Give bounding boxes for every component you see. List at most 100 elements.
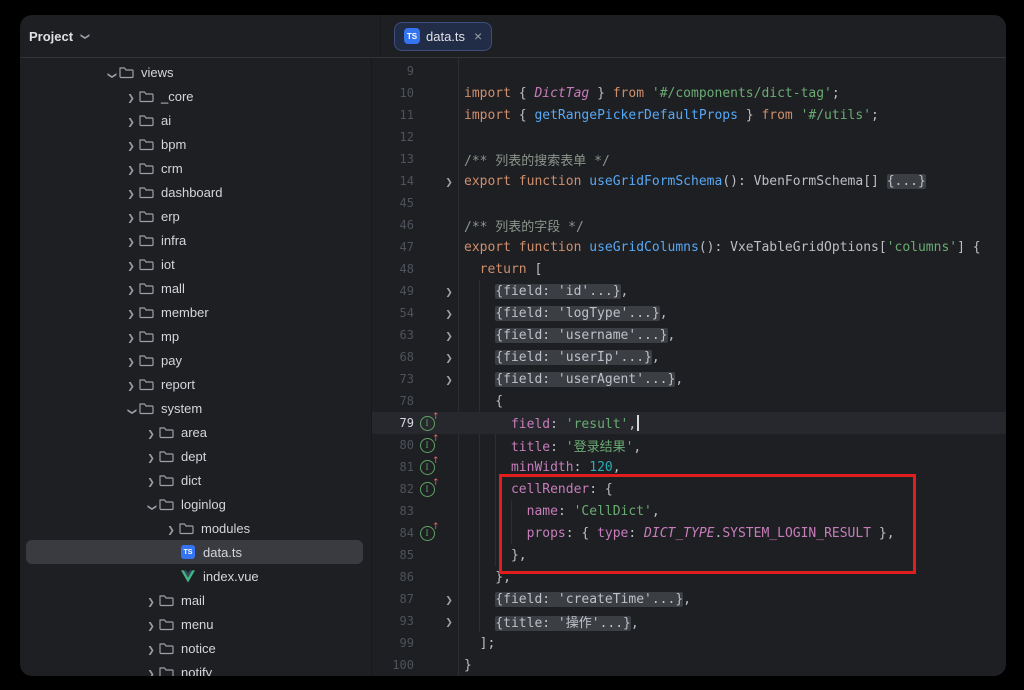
tree-item-system[interactable]: ❯system [20,396,371,420]
fold-arrow-icon[interactable]: ❯ [440,306,458,321]
editor-line-78[interactable]: 78 { [372,390,1006,412]
editor-line-68[interactable]: 68❯ {field: 'userIp'...}, [372,346,1006,368]
fold-arrow-icon[interactable]: ❯ [440,372,458,387]
chevron-down-icon[interactable]: ❯ [103,65,119,80]
editor-line-54[interactable]: 54❯ {field: 'logType'...}, [372,302,1006,324]
editor-line-73[interactable]: 73❯ {field: 'userAgent'...}, [372,368,1006,390]
tree-item-erp[interactable]: ❯erp [20,204,371,228]
tree-item-modules[interactable]: ❯modules [20,516,371,540]
editor-line-11[interactable]: 11import { getRangePickerDefaultProps } … [372,104,1006,126]
fold-arrow-icon[interactable]: ❯ [440,350,458,365]
editor-line-80[interactable]: 80I↑ title: '登录结果', [372,434,1006,456]
implement-icon[interactable]: I↑ [414,482,440,497]
chevron-right-icon[interactable]: ❯ [123,257,139,272]
tree-item-report[interactable]: ❯report [20,372,371,396]
tree-item-mall[interactable]: ❯mall [20,276,371,300]
chevron-right-icon[interactable]: ❯ [143,449,159,464]
editor-line-49[interactable]: 49❯ {field: 'id'...}, [372,280,1006,302]
tree-item-area[interactable]: ❯area [20,420,371,444]
tree-item-notify[interactable]: ❯notify [20,660,371,676]
chevron-right-icon[interactable]: ❯ [163,521,179,536]
editor-line-84[interactable]: 84I↑ props: { type: DICT_TYPE.SYSTEM_LOG… [372,522,1006,544]
implement-icon[interactable]: I↑ [414,438,440,453]
implement-icon[interactable]: I↑ [414,526,440,541]
chevron-right-icon[interactable]: ❯ [143,593,159,608]
chevron-right-icon[interactable]: ❯ [123,233,139,248]
chevron-right-icon[interactable]: ❯ [143,473,159,488]
close-icon[interactable]: × [474,29,482,43]
tree-item-ai[interactable]: ❯ai [20,108,371,132]
editor-line-85[interactable]: 85 }, [372,544,1006,566]
editor-line-10[interactable]: 10import { DictTag } from '#/components/… [372,82,1006,104]
chevron-right-icon[interactable]: ❯ [123,89,139,104]
editor-line-86[interactable]: 86 }, [372,566,1006,588]
tree-item-infra[interactable]: ❯infra [20,228,371,252]
tree-item-mp[interactable]: ❯mp [20,324,371,348]
tree-item-dept[interactable]: ❯dept [20,444,371,468]
editor-line-46[interactable]: 46/** 列表的字段 */ [372,214,1006,236]
tree-item--core[interactable]: ❯_core [20,84,371,108]
tree-item-notice[interactable]: ❯notice [20,636,371,660]
fold-arrow-icon[interactable]: ❯ [440,284,458,299]
tree-item-pay[interactable]: ❯pay [20,348,371,372]
tree-item-iot[interactable]: ❯iot [20,252,371,276]
tree-item-views[interactable]: ❯views [20,60,371,84]
tree-item-loginlog[interactable]: ❯loginlog [20,492,371,516]
fold-arrow-icon[interactable]: ❯ [440,614,458,629]
tree-item-menu[interactable]: ❯menu [20,612,371,636]
chevron-right-icon[interactable]: ❯ [123,377,139,392]
editor-line-45[interactable]: 45 [372,192,1006,214]
tree-item-bpm[interactable]: ❯bpm [20,132,371,156]
chevron-right-icon[interactable]: ❯ [123,329,139,344]
chevron-right-icon[interactable]: ❯ [123,209,139,224]
tab-data-ts[interactable]: TS data.ts × [394,22,492,51]
editor-line-87[interactable]: 87❯ {field: 'createTime'...}, [372,588,1006,610]
tree-item-dashboard[interactable]: ❯dashboard [20,180,371,204]
editor-line-81[interactable]: 81I↑ minWidth: 120, [372,456,1006,478]
editor-line-13[interactable]: 13/** 列表的搜索表单 */ [372,148,1006,170]
tree-item-mail[interactable]: ❯mail [20,588,371,612]
editor-line-63[interactable]: 63❯ {field: 'username'...}, [372,324,1006,346]
chevron-down-icon[interactable]: ❯ [143,497,159,512]
code-text: import { DictTag } from '#/components/di… [458,86,840,101]
tree-item-member[interactable]: ❯member [20,300,371,324]
chevron-right-icon[interactable]: ❯ [123,113,139,128]
chevron-right-icon[interactable]: ❯ [143,641,159,656]
chevron-right-icon[interactable]: ❯ [143,425,159,440]
implement-icon[interactable]: I↑ [414,416,440,431]
chevron-right-icon[interactable]: ❯ [123,281,139,296]
fold-arrow-icon[interactable]: ❯ [440,592,458,607]
editor-line-14[interactable]: 14❯export function useGridFormSchema(): … [372,170,1006,192]
chevron-down-icon[interactable]: ❯ [123,401,139,416]
chevron-right-icon[interactable]: ❯ [123,353,139,368]
chevron-right-icon[interactable]: ❯ [123,305,139,320]
editor-line-82[interactable]: 82I↑ cellRender: { [372,478,1006,500]
fold-arrow-icon[interactable]: ❯ [440,328,458,343]
editor-pane[interactable]: 910import { DictTag } from '#/components… [372,58,1006,676]
editor-line-48[interactable]: 48 return [ [372,258,1006,280]
editor-line-12[interactable]: 12 [372,126,1006,148]
editor-line-99[interactable]: 99 ]; [372,632,1006,654]
code-text: /** 列表的搜索表单 */ [458,150,610,169]
tree-item-crm[interactable]: ❯crm [20,156,371,180]
line-number: 100 [372,658,414,672]
chevron-right-icon[interactable]: ❯ [123,161,139,176]
fold-arrow-icon[interactable]: ❯ [440,174,458,189]
editor-line-79[interactable]: 79I↑ field: 'result', [372,412,1006,434]
tree-item-data-ts[interactable]: TSdata.ts [20,540,371,564]
implement-icon[interactable]: I↑ [414,460,440,475]
editor-line-93[interactable]: 93❯ {title: '操作'...}, [372,610,1006,632]
editor-line-83[interactable]: 83 name: 'CellDict', [372,500,1006,522]
project-panel-header[interactable]: Project ❯ [20,15,381,57]
editor-line-47[interactable]: 47export function useGridColumns(): VxeT… [372,236,1006,258]
chevron-right-icon[interactable]: ❯ [143,665,159,677]
editor-line-9[interactable]: 9 [372,60,1006,82]
tree-item-index-vue[interactable]: index.vue [20,564,371,588]
chevron-right-icon[interactable]: ❯ [143,617,159,632]
code-text: ]; [458,636,495,651]
tree-item-dict[interactable]: ❯dict [20,468,371,492]
editor-line-100[interactable]: 100} [372,654,1006,676]
chevron-right-icon[interactable]: ❯ [123,185,139,200]
chevron-right-icon[interactable]: ❯ [123,137,139,152]
editor-code-area[interactable]: 910import { DictTag } from '#/components… [372,60,1006,676]
